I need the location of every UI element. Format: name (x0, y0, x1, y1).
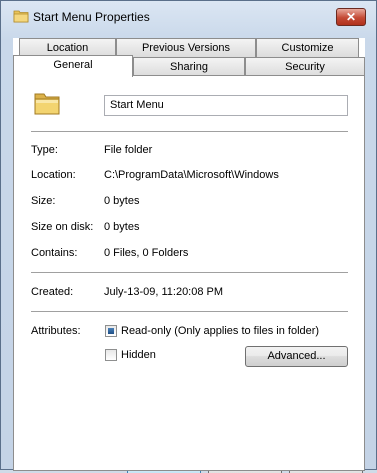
created-label: Created: (31, 286, 74, 298)
size-on-disk-value: 0 bytes (104, 221, 140, 233)
close-button[interactable]: ✕ (336, 8, 366, 26)
title-bar[interactable]: Start Menu Properties ✕ (1, 1, 376, 33)
tab-general[interactable]: General (13, 55, 133, 77)
tab-sharing[interactable]: Sharing (133, 57, 245, 76)
folder-icon (33, 89, 61, 117)
tab-previous-versions[interactable]: Previous Versions (116, 38, 256, 57)
divider (31, 131, 348, 132)
contains-label: Contains: (31, 247, 78, 259)
tab-customize[interactable]: Customize (256, 38, 359, 57)
contains-value: 0 Files, 0 Folders (104, 247, 189, 259)
folder-icon (13, 9, 29, 23)
divider (31, 311, 348, 312)
general-tab-content: Start Menu Type: File folder Location: C… (13, 75, 365, 471)
readonly-label[interactable]: Read-only (Only applies to files in fold… (121, 325, 319, 337)
properties-panel: Location Previous Versions Customize Gen… (13, 38, 365, 471)
location-label: Location: (31, 169, 76, 181)
location-value: C:\ProgramData\Microsoft\Windows (104, 169, 279, 181)
window-title: Start Menu Properties (33, 10, 150, 24)
attributes-label: Attributes: (31, 325, 81, 337)
size-value: 0 bytes (104, 195, 140, 207)
divider (31, 272, 348, 273)
properties-window: Start Menu Properties ✕ Location Previou… (0, 0, 377, 473)
size-label: Size: (31, 195, 56, 207)
size-on-disk-label: Size on disk: (31, 221, 94, 233)
folder-name-input[interactable]: Start Menu (104, 95, 348, 116)
hidden-checkbox[interactable] (105, 349, 117, 361)
type-label: Type: (31, 144, 58, 156)
created-value: July-13-09, 11:20:08 PM (104, 286, 224, 298)
advanced-button[interactable]: Advanced... (245, 346, 348, 367)
type-value: File folder (104, 144, 153, 156)
tab-security[interactable]: Security (245, 57, 365, 76)
hidden-label[interactable]: Hidden (121, 349, 156, 361)
readonly-checkbox[interactable] (105, 325, 117, 337)
